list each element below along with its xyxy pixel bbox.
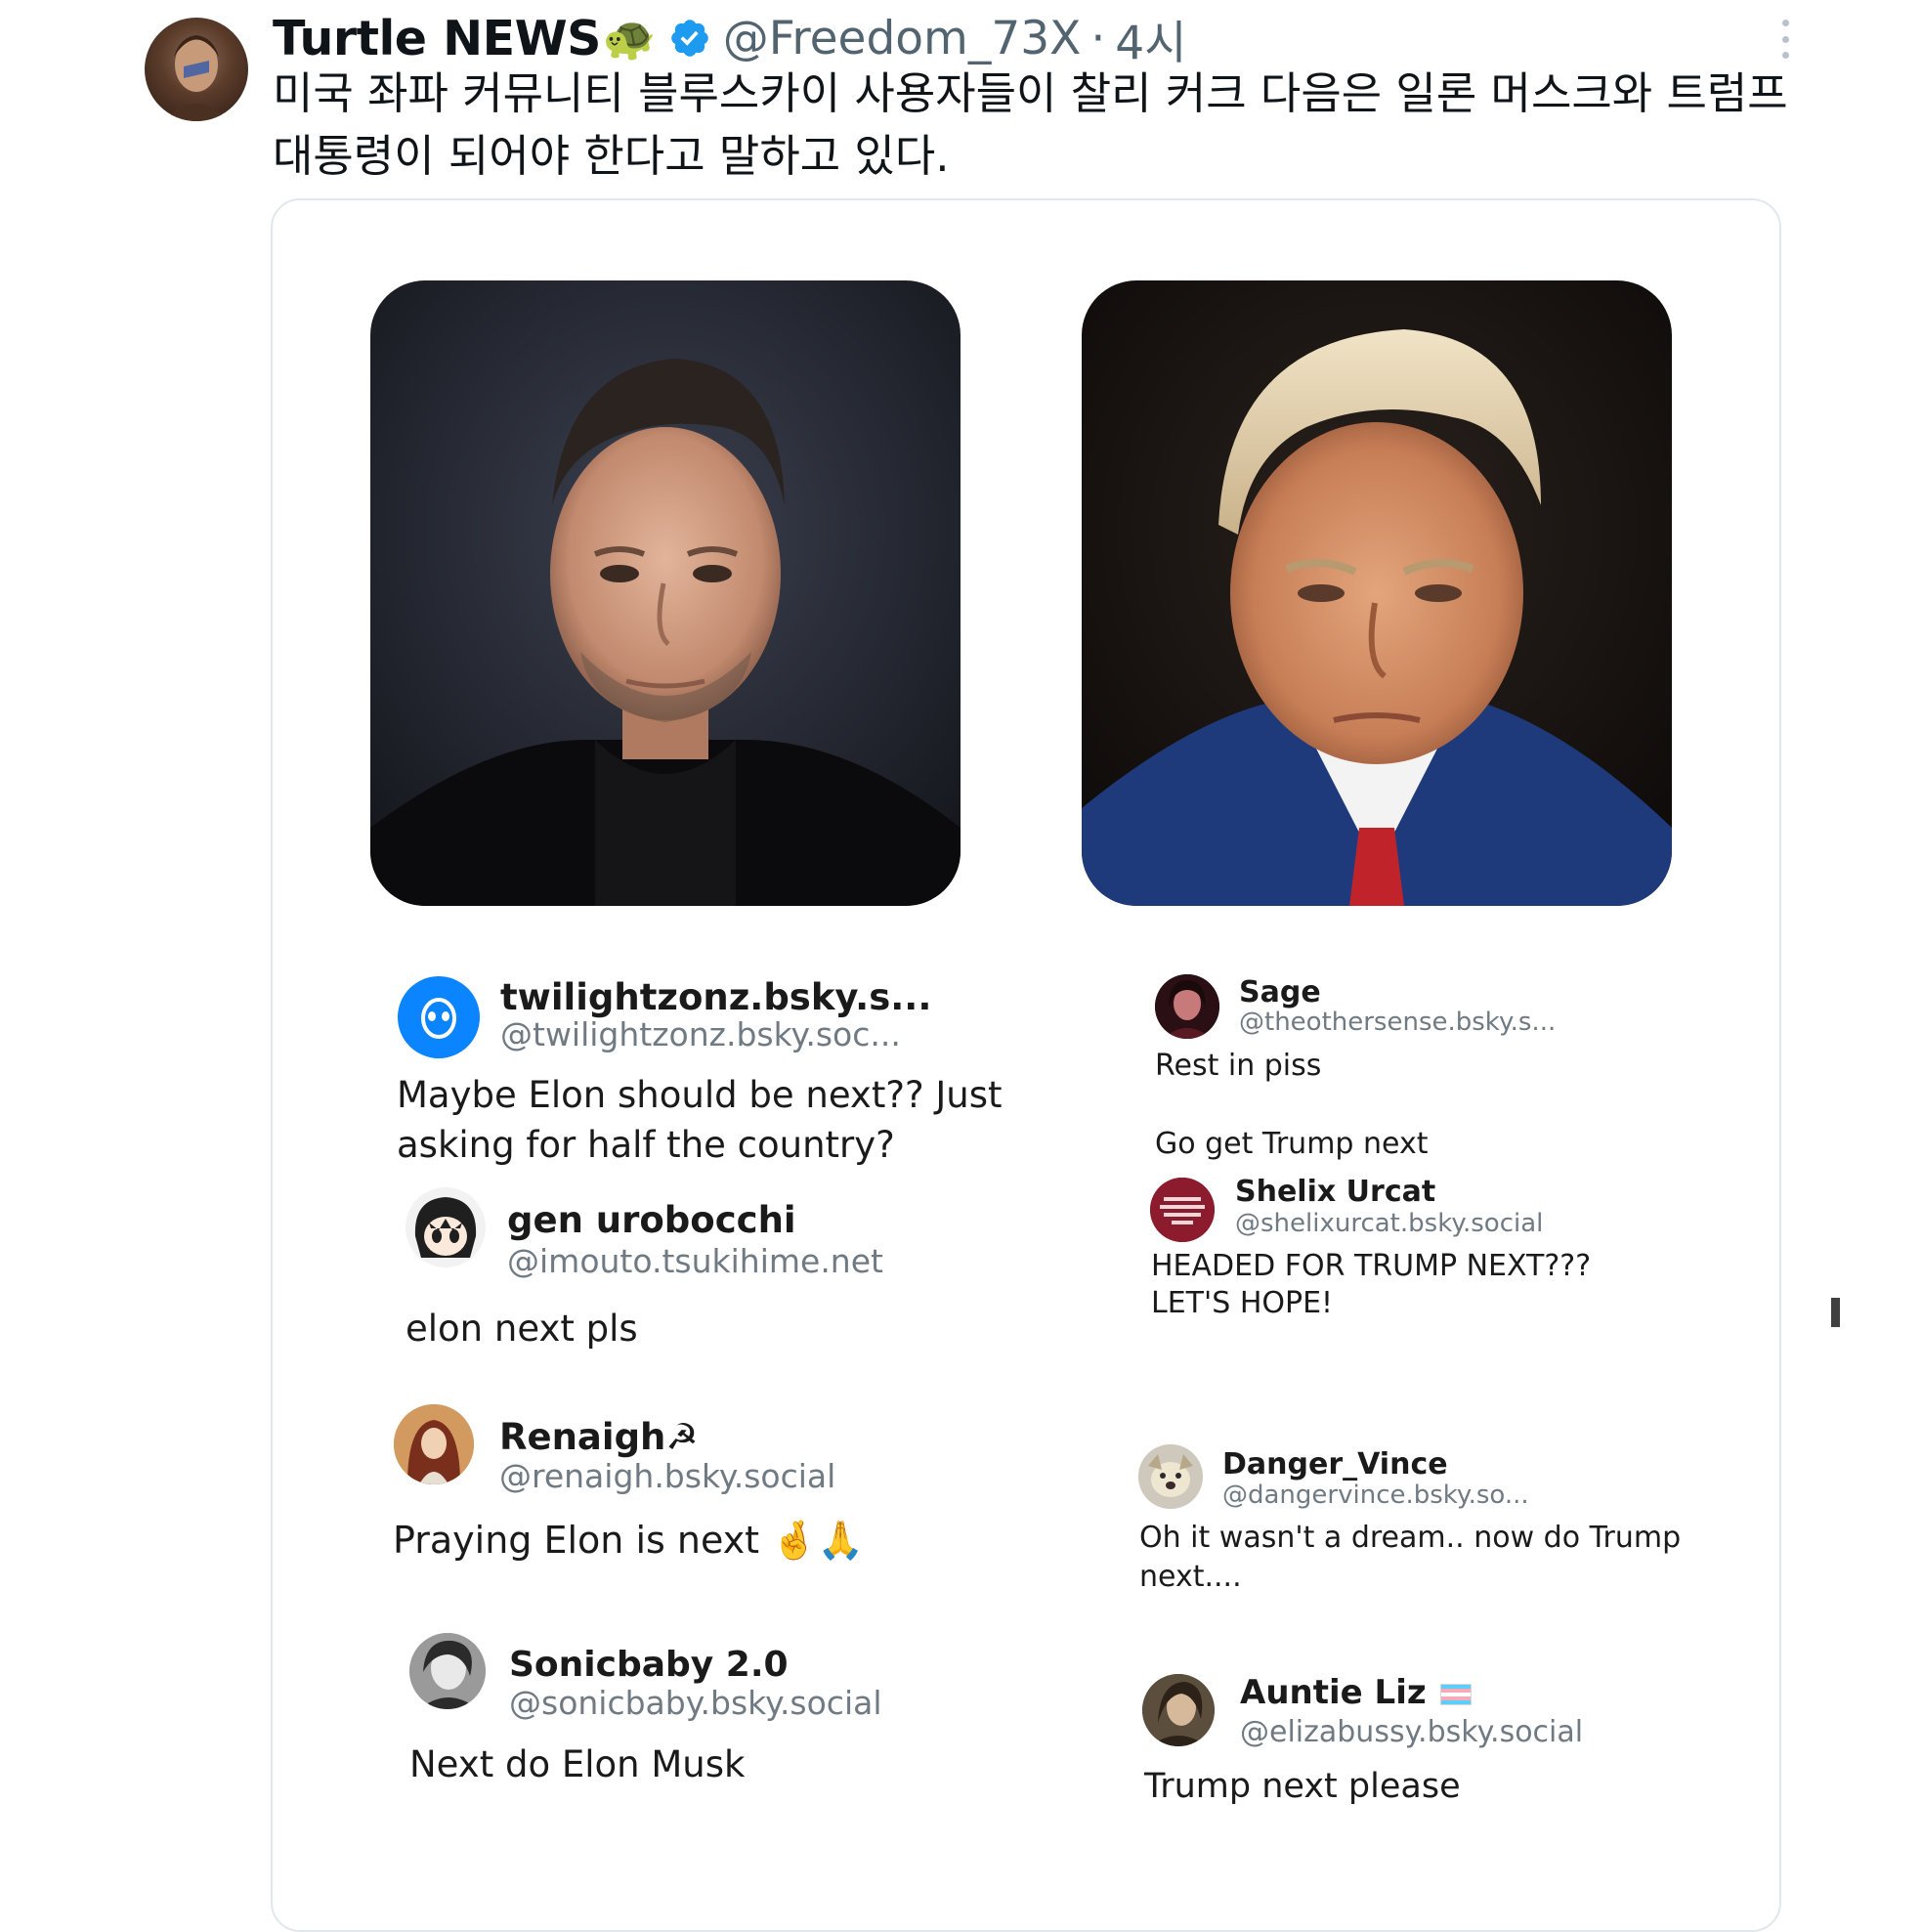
reply-avatar-twilightzonz bbox=[398, 976, 480, 1058]
reply-name: twilightzonz.bsky.s... bbox=[500, 976, 932, 1018]
reply-name: Shelix Urcat bbox=[1235, 1175, 1436, 1209]
reply-name: Renaigh☭ bbox=[499, 1416, 699, 1458]
author-avatar[interactable] bbox=[145, 18, 248, 121]
reply-name: gen urobocchi bbox=[507, 1199, 796, 1241]
reply-name: Auntie Liz bbox=[1240, 1673, 1472, 1712]
reply-name: Sonicbaby 2.0 bbox=[509, 1645, 789, 1685]
reply-avatar-shelix-urcat bbox=[1150, 1178, 1215, 1242]
attached-image[interactable]: twilightzonz.bsky.s... @twilightzonz.bsk… bbox=[271, 198, 1781, 1932]
tweet-text: 미국 좌파 커뮤니티 블루스카이 사용자들이 찰리 커크 다음은 일론 머스크와… bbox=[273, 67, 1788, 182]
turtle-emoji: 🐢 bbox=[602, 15, 657, 63]
reply-avatar-gen-urobocchi bbox=[406, 1187, 486, 1267]
reply-text: Praying Elon is next 🤞🙏 bbox=[393, 1519, 864, 1562]
reply-text: Maybe Elon should be next?? Just asking … bbox=[397, 1074, 1003, 1166]
reply-text: elon next pls bbox=[406, 1308, 638, 1350]
scrollbar-thumb[interactable] bbox=[1831, 1298, 1840, 1327]
verified-badge-icon bbox=[668, 17, 711, 60]
portrait-photo-right bbox=[1082, 280, 1672, 906]
reply-handle: @twilightzonz.bsky.soc... bbox=[500, 1015, 901, 1053]
reply-name: Danger_Vince bbox=[1222, 1447, 1448, 1481]
more-options-icon[interactable] bbox=[1773, 20, 1797, 59]
reply-handle: @renaigh.bsky.social bbox=[499, 1457, 836, 1495]
reply-avatar-auntie-liz bbox=[1142, 1674, 1215, 1746]
reply-name: Sage bbox=[1239, 975, 1321, 1009]
meta-separator: · bbox=[1090, 11, 1106, 65]
reply-text: Next do Elon Musk bbox=[409, 1743, 746, 1785]
reply-handle: @dangervince.bsky.so... bbox=[1222, 1481, 1529, 1510]
reply-avatar-danger-vince bbox=[1138, 1444, 1203, 1509]
reply-text: Oh it wasn't a dream.. now do Trump next… bbox=[1139, 1521, 1682, 1594]
reply-handle: @shelixurcat.bsky.social bbox=[1235, 1209, 1544, 1238]
flag-icon bbox=[1439, 1683, 1472, 1705]
reply-text: HEADED FOR TRUMP NEXT??? LET'S HOPE! bbox=[1151, 1249, 1592, 1320]
reply-avatar-sage bbox=[1155, 974, 1219, 1039]
portrait-photo-left bbox=[370, 280, 961, 906]
author-name[interactable]: Turtle NEWS bbox=[273, 11, 601, 66]
reply-name-text: Auntie Liz bbox=[1240, 1673, 1427, 1712]
author-handle[interactable]: @Freedom_73X bbox=[723, 12, 1082, 65]
reply-handle: @elizabussy.bsky.social bbox=[1240, 1715, 1584, 1749]
reply-text: Rest in piss Go get Trump next bbox=[1155, 1049, 1429, 1161]
reply-handle: @sonicbaby.bsky.social bbox=[509, 1684, 882, 1722]
reply-text: Trump next please bbox=[1144, 1767, 1461, 1806]
reply-avatar-renaigh bbox=[394, 1404, 474, 1484]
reply-handle: @theothersense.bsky.s... bbox=[1239, 1008, 1557, 1037]
reply-avatar-sonicbaby bbox=[409, 1633, 486, 1709]
reply-handle: @imouto.tsukihime.net bbox=[507, 1242, 883, 1280]
